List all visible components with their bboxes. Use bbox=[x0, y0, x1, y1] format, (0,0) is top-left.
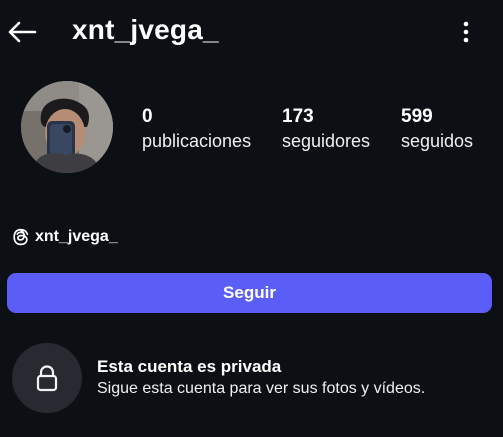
arrow-left-icon bbox=[8, 21, 37, 43]
stat-following[interactable]: 599 seguidos bbox=[401, 106, 473, 153]
more-options-button[interactable] bbox=[452, 16, 480, 48]
lock-icon-container bbox=[12, 343, 82, 413]
stat-posts[interactable]: 0 publicaciones bbox=[142, 106, 251, 153]
more-vertical-icon bbox=[463, 21, 469, 43]
threads-icon bbox=[13, 228, 29, 246]
back-button[interactable] bbox=[6, 16, 38, 48]
posts-count: 0 bbox=[142, 106, 153, 127]
profile-photo bbox=[21, 81, 113, 173]
stat-followers[interactable]: 173 seguidores bbox=[282, 106, 370, 153]
profile-avatar[interactable] bbox=[21, 81, 113, 173]
threads-handle: xnt_jvega_ bbox=[35, 228, 118, 245]
private-account-subtitle: Sigue esta cuenta para ver sus fotos y v… bbox=[97, 380, 426, 397]
posts-label: publicaciones bbox=[142, 131, 252, 151]
top-bar: xnt_jvega_ bbox=[0, 0, 503, 64]
followers-label: seguidores bbox=[282, 131, 371, 151]
lock-icon bbox=[36, 365, 58, 392]
following-count: 599 bbox=[401, 106, 433, 127]
threads-profile-link[interactable]: xnt_jvega_ bbox=[12, 226, 118, 248]
follow-button[interactable]: Seguir bbox=[7, 273, 492, 313]
followers-count: 173 bbox=[282, 106, 314, 127]
following-label: seguidos bbox=[401, 131, 474, 151]
profile-username-title: xnt_jvega_ bbox=[72, 14, 219, 45]
private-account-title: Esta cuenta es privada bbox=[97, 357, 282, 376]
